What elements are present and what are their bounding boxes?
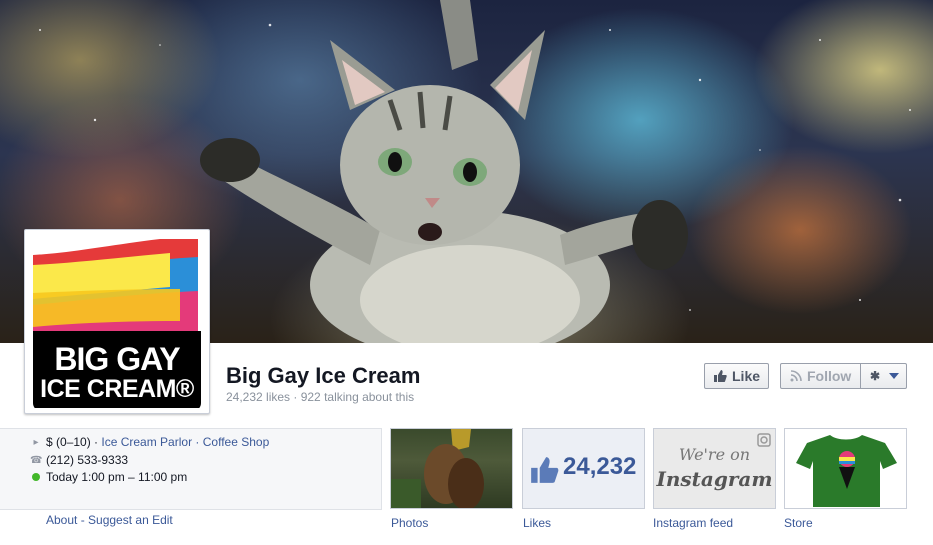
logo-wordmark: BIG GAY ICE CREAM® [33,331,201,408]
gear-icon: ✱ [870,369,881,383]
follow-button-label: Follow [807,368,852,384]
settings-dropdown-button[interactable]: ✱ [860,363,907,389]
rss-icon [790,370,802,382]
page-title[interactable]: Big Gay Ice Cream [226,363,420,389]
like-button[interactable]: Like [704,363,769,389]
about-link-separator: - [77,513,89,527]
likes-count: 24,232 [563,453,637,480]
thumbs-up-icon [714,370,727,382]
photos-app-tile[interactable] [390,428,513,509]
category-link-ice-cream-parlor[interactable]: Ice Cream Parlor [101,435,192,449]
instagram-icon [757,433,771,447]
store-app-label[interactable]: Store [784,516,813,530]
suggest-edit-link[interactable]: Suggest an Edit [88,513,173,527]
phone-number: (212) 533-9333 [46,453,129,467]
hours-today: Today 1:00 pm – 11:00 pm [46,470,188,484]
instagram-tile-line-2: Instagram [656,467,773,491]
logo-line-2: ICE CREAM® [40,375,194,403]
instagram-app-tile[interactable]: We're on Instagram [653,428,776,509]
big-gay-ice-cream-logo: BIG GAY ICE CREAM® [30,235,204,408]
instagram-app-label[interactable]: Instagram feed [653,516,733,530]
photos-app-label[interactable]: Photos [391,516,428,530]
price-range: $ (0–10) · [46,435,99,449]
about-box: ▸ $ (0–10) · Ice Cream Parlor · Coffee S… [0,428,382,510]
phone-icon: ☎ [30,454,43,466]
likes-app-tile[interactable]: 24,232 [522,428,645,509]
about-category-row: ▸ $ (0–10) · Ice Cream Parlor · Coffee S… [30,435,269,449]
tshirt-image [796,435,897,507]
about-phone-row: ☎ (212) 533-9333 [30,453,128,467]
about-link[interactable]: About [46,513,77,527]
category-link-coffee-shop[interactable]: Coffee Shop [203,435,270,449]
category-separator: · [192,435,203,449]
follow-button[interactable]: Follow [780,363,861,389]
about-hours-row: Today 1:00 pm – 11:00 pm [30,470,187,484]
photos-thumbnail [391,429,484,508]
store-app-tile[interactable] [784,428,907,509]
facebook-page: BIG GAY ICE CREAM® Big Gay Ice Cream 24,… [0,0,933,545]
logo-line-1: BIG GAY [54,341,180,377]
about-links: About - Suggest an Edit [46,513,173,527]
likes-app-label[interactable]: Likes [523,516,551,530]
thumbs-up-icon [531,457,559,483]
tag-icon: ▸ [33,436,39,448]
instagram-tile-line-1: We're on [678,445,751,464]
profile-picture[interactable]: BIG GAY ICE CREAM® [24,229,210,414]
open-now-indicator [32,473,40,481]
page-stats: 24,232 likes · 922 talking about this [226,390,415,404]
like-button-label: Like [732,368,761,384]
chevron-down-icon [889,373,900,379]
